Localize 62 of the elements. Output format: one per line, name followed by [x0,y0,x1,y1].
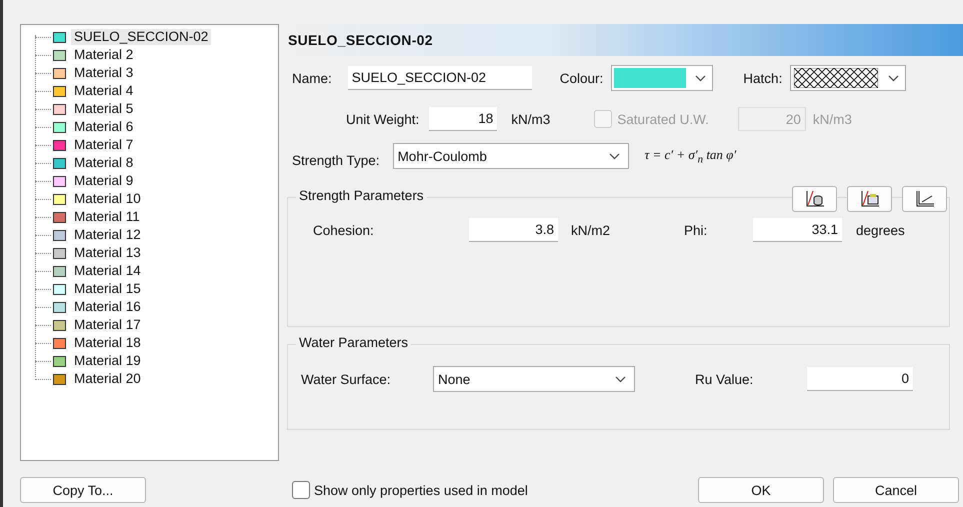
strength-type-label: Strength Type: [292,152,380,168]
ru-value-field[interactable]: 0 [807,367,913,391]
saturated-label: Saturated U.W. [617,112,709,126]
hatch-dropdown[interactable] [790,65,906,91]
phi-label: Phi: [684,222,708,238]
water-surface-label: Water Surface: [301,372,392,386]
tree-item[interactable]: Material 5 [71,101,136,117]
tree-item[interactable]: Material 13 [71,245,144,261]
cohesion-field[interactable]: 3.8 [469,218,558,242]
unit-label: degrees [856,222,905,238]
water-surface-dropdown[interactable]: None [433,366,635,392]
tree-item[interactable]: Material 4 [71,83,136,99]
table-chart-icon [858,190,880,208]
ru-value-label: Ru Value: [695,372,754,386]
tree-item[interactable]: Material 9 [71,173,136,189]
checkbox[interactable] [292,481,310,499]
tree-item[interactable]: Material 17 [71,317,144,333]
show-only-label: Show only properties used in model [314,482,528,498]
unit-label: kN/m3 [511,112,550,126]
group-title: Water Parameters [296,335,412,350]
tree-item[interactable]: Material 12 [71,227,144,243]
tree-item[interactable]: Material 6 [71,119,136,135]
name-label: Name: [292,70,332,86]
chart-button[interactable] [902,186,947,212]
chart-button[interactable] [847,186,892,212]
copy-to-button[interactable]: Copy To... [20,477,146,503]
tree-item[interactable]: Material 20 [71,371,144,387]
strength-type-dropdown[interactable]: Mohr-Coulomb [392,143,629,169]
cylinder-chart-icon [804,190,826,208]
unit-weight-field[interactable]: 18 [429,107,498,131]
dialog-button[interactable]: Cancel [833,477,959,503]
colour-label: Colour: [560,70,604,86]
tree-item[interactable]: Material 11 [71,209,143,225]
caret-icon [608,152,620,160]
caret-icon [888,74,900,82]
material-title: SUELO_SECCION-02 [288,32,433,48]
tree-item[interactable]: Material 8 [71,155,136,171]
unit-weight-label: Unit Weight: [346,112,420,126]
unit-label: kN/m2 [571,222,612,238]
phi-field[interactable]: 33.1 [753,218,842,242]
tree-item[interactable]: SUELO_SECCION-02 [71,29,212,45]
formula-text: τ = c′ + σ′$_{n}$ tan φ′ [644,146,736,166]
tree-item[interactable]: Material 2 [71,47,136,63]
axes-chart-icon [914,190,936,208]
group-title: Strength Parameters [296,188,427,203]
hatch-label: Hatch: [743,70,782,86]
cohesion-label: Cohesion: [313,222,375,238]
unit-label: kN/m3 [812,112,852,126]
tree-item[interactable]: Material 19 [71,353,144,369]
tree-item[interactable]: Material 16 [71,299,144,315]
name-field[interactable]: SUELO_SECCION-02 [348,66,532,90]
tree-item[interactable]: Material 15 [71,281,144,297]
tree-item[interactable]: Material 3 [71,65,136,81]
tree-item[interactable]: Material 10 [71,191,144,207]
tree-item[interactable]: Material 14 [71,263,144,279]
dialog-button[interactable]: OK [698,477,824,503]
caret-icon [615,376,626,382]
tree-item[interactable]: Material 7 [71,137,136,153]
chart-button[interactable] [792,186,837,212]
crosshatch-icon [794,68,878,88]
tree-item[interactable]: Material 18 [71,335,144,351]
caret-icon [695,74,706,82]
